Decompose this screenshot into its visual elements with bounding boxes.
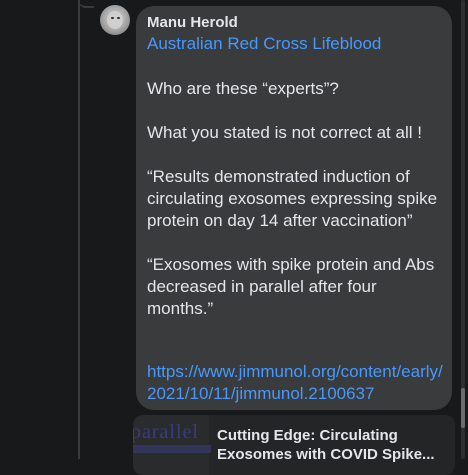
link-preview-title: Cutting Edge: Circulating Exosomes with … <box>217 427 435 463</box>
avatar[interactable] <box>100 5 130 35</box>
avatar-eye-right <box>117 17 120 19</box>
scrollbar[interactable] <box>461 0 465 459</box>
comment-body: Who are these “experts”? What you stated… <box>147 79 438 318</box>
link-preview-thumbnail: parallel <box>133 415 211 475</box>
avatar-face <box>107 11 123 29</box>
avatar-eye-left <box>111 17 114 19</box>
comment-url-link[interactable]: https://www.jimmunol.org/content/early/2… <box>147 361 447 405</box>
thread-line <box>78 0 80 459</box>
thumbnail-text: parallel <box>133 421 199 443</box>
thumbnail-stripe <box>133 445 211 453</box>
comment-author[interactable]: Manu Herold <box>147 14 238 31</box>
scrollbar-thumb[interactable] <box>461 388 465 428</box>
thread-connector <box>78 0 94 8</box>
link-preview-card[interactable]: parallel Cutting Edge: Circulating Exoso… <box>133 415 455 475</box>
mention-link[interactable]: Australian Red Cross Lifeblood <box>147 34 381 54</box>
